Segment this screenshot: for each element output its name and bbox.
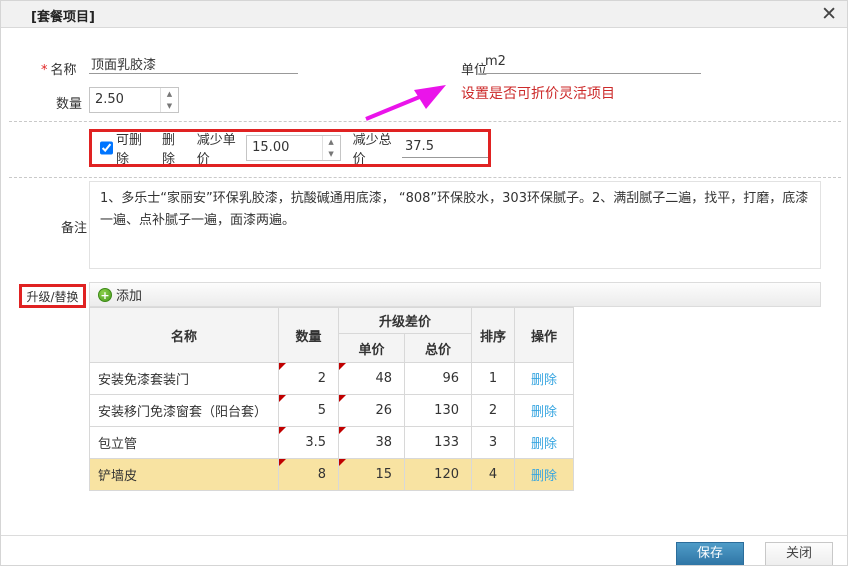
col-header-action: 操作 bbox=[515, 308, 574, 363]
separator bbox=[9, 121, 841, 122]
required-asterisk: * bbox=[41, 63, 48, 78]
flexible-note-text: 设置是否可折价灵活项目 bbox=[461, 83, 615, 103]
qty-value[interactable]: 2.50 bbox=[90, 88, 160, 112]
remarks-label: 备注 bbox=[61, 217, 87, 236]
name-label: 名称 bbox=[51, 63, 77, 78]
cell-name[interactable]: 安装免漆套装门 bbox=[90, 363, 279, 395]
cell-qty[interactable]: 5 bbox=[279, 395, 339, 427]
cell-qty[interactable]: 2 bbox=[279, 363, 339, 395]
table-row: 安装移门免漆窗套（阳台套） 5 26 130 2 删除 bbox=[90, 395, 574, 427]
separator bbox=[9, 177, 841, 178]
col-header-diff-group: 升级差价 bbox=[339, 308, 472, 334]
col-header-sort: 排序 bbox=[472, 308, 515, 363]
cell-sort[interactable]: 3 bbox=[472, 427, 515, 459]
cell-sort[interactable]: 2 bbox=[472, 395, 515, 427]
qty-spinner-down-icon[interactable]: ▼ bbox=[161, 100, 178, 112]
qty-spinner-up-icon[interactable]: ▲ bbox=[161, 88, 178, 100]
close-button[interactable]: 关闭 bbox=[765, 542, 833, 566]
qty-stepper[interactable]: 2.50 ▲ ▼ bbox=[89, 87, 179, 113]
delete-row-link[interactable]: 删除 bbox=[531, 469, 557, 484]
upgrade-toolbar: + 添加 bbox=[89, 282, 821, 307]
cell-sort[interactable]: 4 bbox=[472, 459, 515, 491]
add-button-label: 添加 bbox=[116, 285, 142, 304]
cell-total-price: 130 bbox=[405, 395, 472, 427]
reduce-unit-spin-buttons: ▲ ▼ bbox=[322, 136, 340, 160]
cell-total-price: 120 bbox=[405, 459, 472, 491]
table-row: 安装免漆套装门 2 48 96 1 删除 bbox=[90, 363, 574, 395]
cell-name[interactable]: 铲墙皮 bbox=[90, 459, 279, 491]
col-header-total-price: 总价 bbox=[405, 334, 472, 363]
cell-unit-price[interactable]: 38 bbox=[339, 427, 405, 459]
dialog-titlebar: [套餐项目] ✕ bbox=[1, 1, 848, 28]
cell-total-price: 96 bbox=[405, 363, 472, 395]
add-button[interactable]: + 添加 bbox=[98, 285, 142, 304]
upgrade-table: 名称 数量 升级差价 排序 操作 单价 总价 安装免漆套装门 2 48 96 1… bbox=[89, 307, 574, 491]
reduce-unit-label: 减少单价 bbox=[197, 129, 242, 167]
reduce-unit-spinner-up-icon[interactable]: ▲ bbox=[323, 136, 340, 148]
cell-unit-price[interactable]: 15 bbox=[339, 459, 405, 491]
delete-row-link[interactable]: 删除 bbox=[531, 405, 557, 420]
deletable-label: 可删除 bbox=[116, 129, 150, 167]
close-icon[interactable]: ✕ bbox=[821, 4, 837, 24]
col-header-unit-price: 单价 bbox=[339, 334, 405, 363]
qty-spin-buttons: ▲ ▼ bbox=[160, 88, 178, 112]
delete-label: 删除 bbox=[162, 129, 185, 167]
cell-qty[interactable]: 8 bbox=[279, 459, 339, 491]
cell-sort[interactable]: 1 bbox=[472, 363, 515, 395]
deletable-checkbox[interactable] bbox=[100, 141, 113, 155]
footer-divider bbox=[1, 535, 848, 536]
cell-qty[interactable]: 3.5 bbox=[279, 427, 339, 459]
delete-row-link[interactable]: 删除 bbox=[531, 373, 557, 388]
cell-unit-price[interactable]: 26 bbox=[339, 395, 405, 427]
qty-label: 数量 bbox=[56, 93, 82, 112]
name-label-wrap: *名称 bbox=[41, 59, 77, 78]
reduce-unit-spinner-down-icon[interactable]: ▼ bbox=[323, 148, 340, 160]
table-row-highlighted: 铲墙皮 8 15 120 4 删除 bbox=[90, 459, 574, 491]
reduce-unit-value[interactable]: 15.00 bbox=[247, 136, 321, 160]
cell-total-price: 133 bbox=[405, 427, 472, 459]
col-header-name: 名称 bbox=[90, 308, 279, 363]
table-row: 包立管 3.5 38 133 3 删除 bbox=[90, 427, 574, 459]
upgrade-section-label: 升级/替换 bbox=[19, 284, 86, 308]
cell-name[interactable]: 包立管 bbox=[90, 427, 279, 459]
reduce-unit-stepper[interactable]: 15.00 ▲ ▼ bbox=[246, 135, 340, 161]
cell-name[interactable]: 安装移门免漆窗套（阳台套） bbox=[90, 395, 279, 427]
col-header-qty: 数量 bbox=[279, 308, 339, 363]
name-input[interactable]: 顶面乳胶漆 bbox=[89, 53, 298, 74]
reduce-total-label: 减少总价 bbox=[353, 129, 398, 167]
delete-row-link[interactable]: 删除 bbox=[531, 437, 557, 452]
deletable-option-box: 可删除 删除 减少单价 15.00 ▲ ▼ 减少总价 37.5 bbox=[89, 129, 491, 167]
save-button[interactable]: 保存 bbox=[676, 542, 744, 566]
remarks-textarea[interactable]: 1、多乐士“家丽安”环保乳胶漆，抗酸碱通用底漆， “808”环保胶水，303环保… bbox=[89, 181, 821, 269]
unit-input[interactable]: m2 bbox=[483, 53, 701, 74]
reduce-total-input[interactable]: 37.5 bbox=[402, 138, 488, 158]
dialog-title: [套餐项目] bbox=[31, 6, 95, 25]
arrow-annotation-up bbox=[356, 81, 454, 123]
package-item-dialog: [套餐项目] ✕ *名称 顶面乳胶漆 单位 m2 数量 2.50 ▲ ▼ 设置是… bbox=[0, 0, 848, 566]
cell-unit-price[interactable]: 48 bbox=[339, 363, 405, 395]
add-plus-icon: + bbox=[98, 288, 112, 302]
